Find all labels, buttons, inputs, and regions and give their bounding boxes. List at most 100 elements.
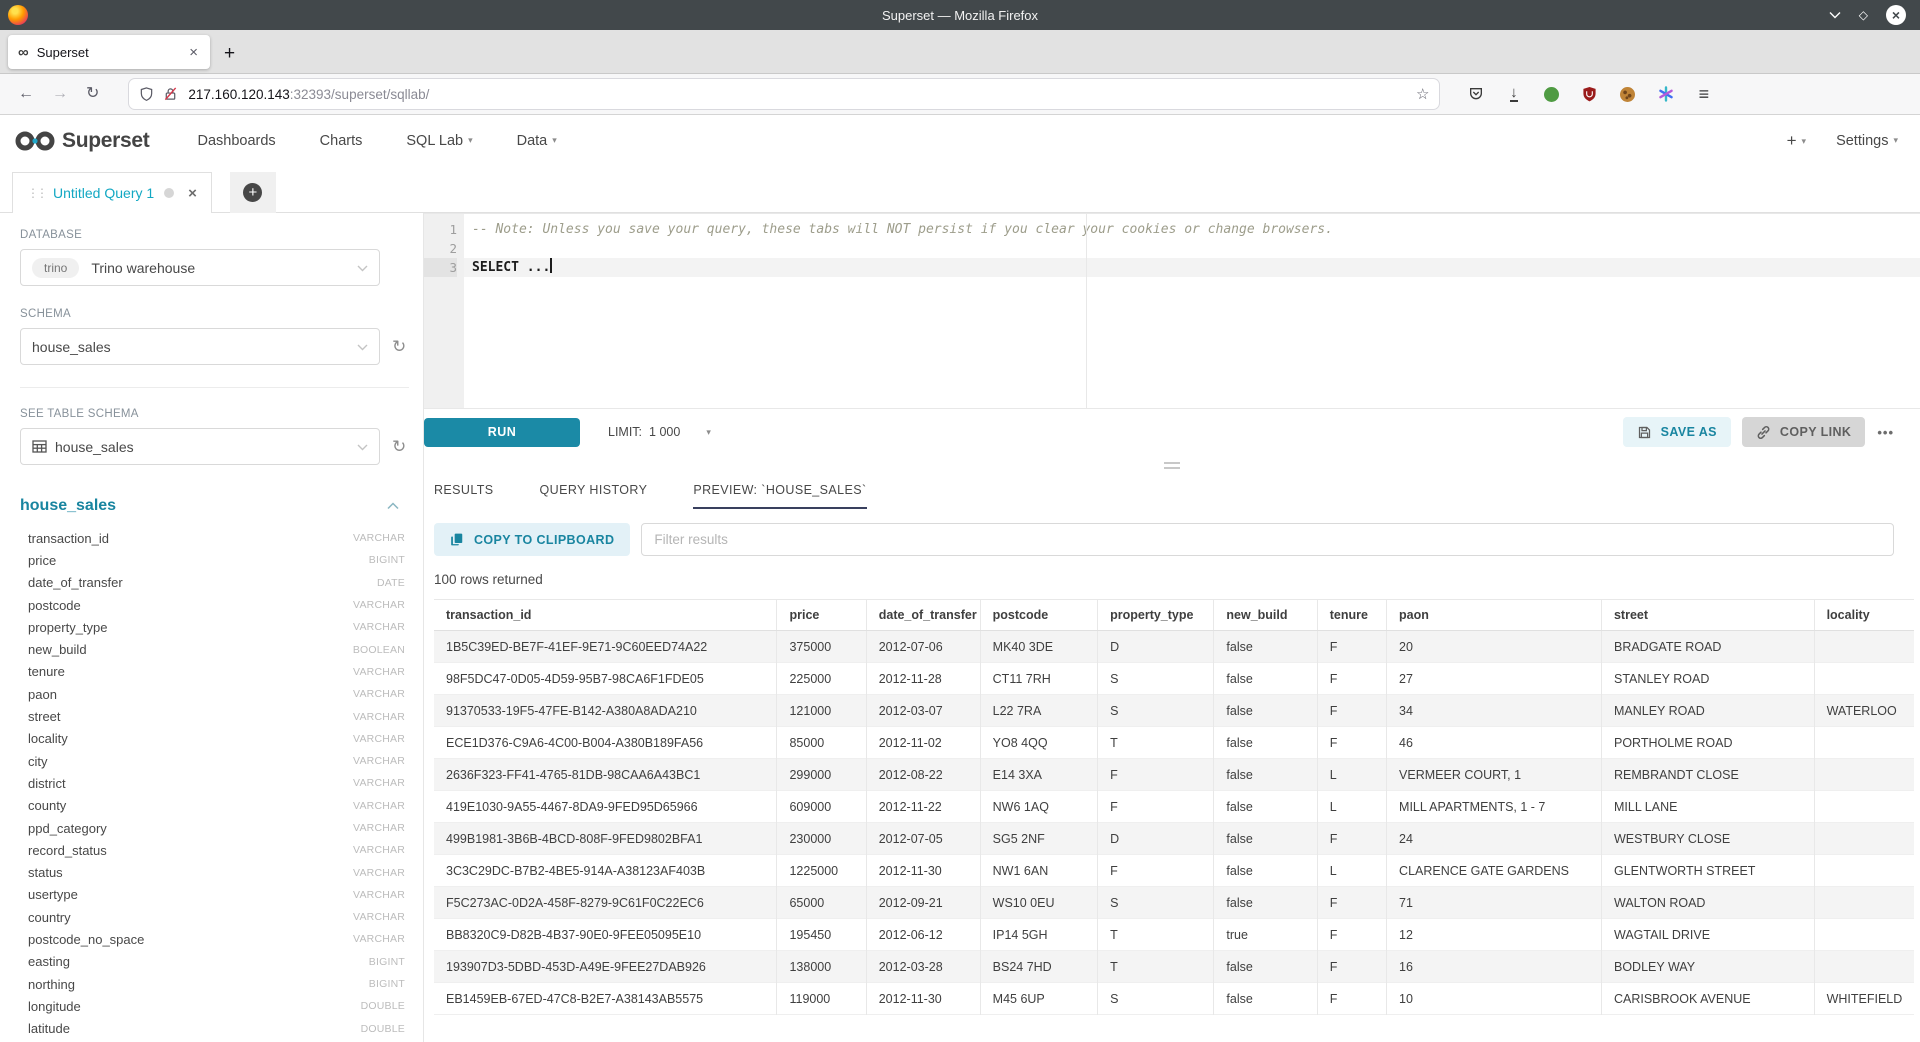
tab-results[interactable]: RESULTS (434, 483, 494, 509)
copy-link-button[interactable]: COPY LINK (1742, 417, 1865, 447)
reload-button[interactable]: ↻ (86, 86, 99, 102)
table-cell: 138000 (777, 951, 866, 983)
table-cell: 195450 (777, 919, 866, 951)
column-name: county (28, 798, 66, 813)
nav-item-charts[interactable]: Charts (320, 133, 363, 149)
column-name: city (28, 754, 48, 769)
table-row: 193907D3-5DBD-453D-A49E-9FEE27DAB9261380… (434, 951, 1914, 983)
browser-tab-title: Superset (37, 45, 188, 60)
table-cell: F5C273AC-0D2A-458F-8279-9C61F0C22EC6 (434, 887, 777, 919)
browser-tab[interactable]: ∞ Superset × (8, 35, 210, 69)
superset-logo[interactable]: Superset (14, 129, 149, 153)
column-header-price[interactable]: price (777, 600, 866, 631)
download-icon[interactable]: ↓ (1505, 86, 1522, 103)
run-button[interactable]: RUN (424, 418, 580, 447)
table-cell: 2636F323-FF41-4765-81DB-98CAA6A43BC1 (434, 759, 777, 791)
table-select[interactable]: house_sales (20, 428, 380, 465)
column-name: status (28, 865, 63, 880)
url-path: :32393/superset/sqllab/ (290, 87, 430, 102)
add-query-tab-button[interactable]: + (230, 172, 276, 213)
table-row: 419E1030-9A55-4467-8DA9-9FED95D659666090… (434, 791, 1914, 823)
table-row: BB8320C9-D82B-4B37-90E0-9FEE05095E101954… (434, 919, 1914, 951)
back-button[interactable]: ← (18, 86, 34, 102)
table-row: 3C3C29DC-B7B2-4BE5-914A-A38123AF403B1225… (434, 855, 1914, 887)
column-header-street[interactable]: street (1601, 600, 1814, 631)
database-select[interactable]: trino Trino warehouse (20, 249, 380, 286)
table-cell: F (1317, 663, 1386, 695)
chevron-up-icon[interactable] (387, 502, 399, 510)
sqllab-sidebar: DATABASE trino Trino warehouse SCHEMA ho… (0, 213, 424, 1042)
menu-icon[interactable]: ≡ (1695, 86, 1712, 103)
column-name: new_build (28, 642, 87, 657)
new-tab-button[interactable]: + (224, 44, 235, 63)
settings-menu[interactable]: Settings▾ (1836, 133, 1898, 149)
table-cell: T (1098, 919, 1214, 951)
column-header-locality[interactable]: locality (1814, 600, 1914, 631)
ublock-icon[interactable] (1581, 86, 1598, 103)
link-icon (1756, 425, 1771, 440)
limit-dropdown[interactable]: LIMIT: 1 000 ▾ (608, 425, 711, 439)
table-cell (1814, 919, 1914, 951)
table-cell: L (1317, 855, 1386, 887)
column-header-paon[interactable]: paon (1387, 600, 1602, 631)
column-header-tenure[interactable]: tenure (1317, 600, 1386, 631)
tab-close-icon[interactable]: × (187, 44, 200, 61)
table-cell: WHITEFIELD (1814, 983, 1914, 1015)
schema-column-row: streetVARCHAR (20, 705, 409, 727)
filter-results-input[interactable] (641, 523, 1894, 556)
table-cell: false (1214, 791, 1317, 823)
query-tab[interactable]: ⋮⋮ Untitled Query 1 × (12, 172, 212, 213)
sql-editor[interactable]: 1 2 3 -- Note: Unless you save your quer… (424, 213, 1920, 409)
save-as-button[interactable]: SAVE AS (1623, 417, 1731, 447)
refresh-table-icon[interactable]: ↻ (392, 438, 406, 455)
column-header-postcode[interactable]: postcode (980, 600, 1097, 631)
refresh-schema-icon[interactable]: ↻ (392, 338, 406, 355)
tab-query-history[interactable]: QUERY HISTORY (540, 483, 648, 509)
address-bar[interactable]: 217.160.120.143:32393/superset/sqllab/ ☆ (129, 79, 1439, 109)
table-row: 98F5DC47-0D05-4D59-95B7-98CA6F1FDE052250… (434, 663, 1914, 695)
schema-column-list: transaction_idVARCHARpriceBIGINTdate_of_… (20, 527, 409, 1040)
privacy-badger-icon[interactable] (1543, 86, 1560, 103)
copy-to-clipboard-button[interactable]: COPY TO CLIPBOARD (434, 523, 630, 556)
column-header-property_type[interactable]: property_type (1098, 600, 1214, 631)
sql-comment-line: -- Note: Unless you save your query, the… (464, 220, 1920, 239)
query-tab-close-icon[interactable]: × (188, 185, 197, 202)
table-cell: L22 7RA (980, 695, 1097, 727)
table-cell (1814, 855, 1914, 887)
containers-icon[interactable] (1657, 86, 1674, 103)
schema-column-row: statusVARCHAR (20, 861, 409, 883)
window-close-icon[interactable]: × (1886, 5, 1906, 25)
nav-item-sql-lab[interactable]: SQL Lab▾ (406, 133, 472, 149)
schema-select[interactable]: house_sales (20, 328, 380, 365)
editor-code-area[interactable]: -- Note: Unless you save your query, the… (464, 214, 1920, 408)
schema-column-row: eastingBIGINT (20, 951, 409, 973)
nav-item-dashboards[interactable]: Dashboards (197, 133, 275, 149)
column-header-transaction_id[interactable]: transaction_id (434, 600, 777, 631)
column-name: country (28, 910, 71, 925)
drag-grip-icon[interactable]: ⋮⋮ (27, 186, 45, 200)
window-minimize-icon[interactable] (1829, 9, 1841, 21)
pocket-icon[interactable] (1467, 86, 1484, 103)
forward-button[interactable]: → (52, 86, 68, 102)
table-cell (1814, 823, 1914, 855)
bookmark-star-icon[interactable]: ☆ (1416, 85, 1429, 103)
add-new-button[interactable]: +▾ (1787, 131, 1806, 151)
table-cell: false (1214, 951, 1317, 983)
column-name: date_of_transfer (28, 575, 123, 590)
more-options-button[interactable]: ••• (1877, 425, 1894, 440)
column-header-date_of_transfer[interactable]: date_of_transfer (866, 600, 980, 631)
table-cell: WALTON ROAD (1601, 887, 1814, 919)
results-header-row: transaction_idpricedate_of_transferpostc… (434, 600, 1914, 631)
schema-column-row: paonVARCHAR (20, 683, 409, 705)
tab-preview-house-sales[interactable]: PREVIEW: `HOUSE_SALES` (693, 483, 866, 509)
pane-resize-handle[interactable] (424, 455, 1920, 475)
column-header-new_build[interactable]: new_build (1214, 600, 1317, 631)
table-cell: 2012-09-21 (866, 887, 980, 919)
cookie-icon[interactable] (1619, 86, 1636, 103)
schema-column-row: date_of_transferDATE (20, 572, 409, 594)
table-cell: 16 (1387, 951, 1602, 983)
window-maximize-icon[interactable]: ◇ (1859, 9, 1868, 21)
column-type: VARCHAR (353, 800, 405, 812)
nav-item-data[interactable]: Data▾ (517, 133, 557, 149)
table-name-heading[interactable]: house_sales (20, 497, 116, 515)
